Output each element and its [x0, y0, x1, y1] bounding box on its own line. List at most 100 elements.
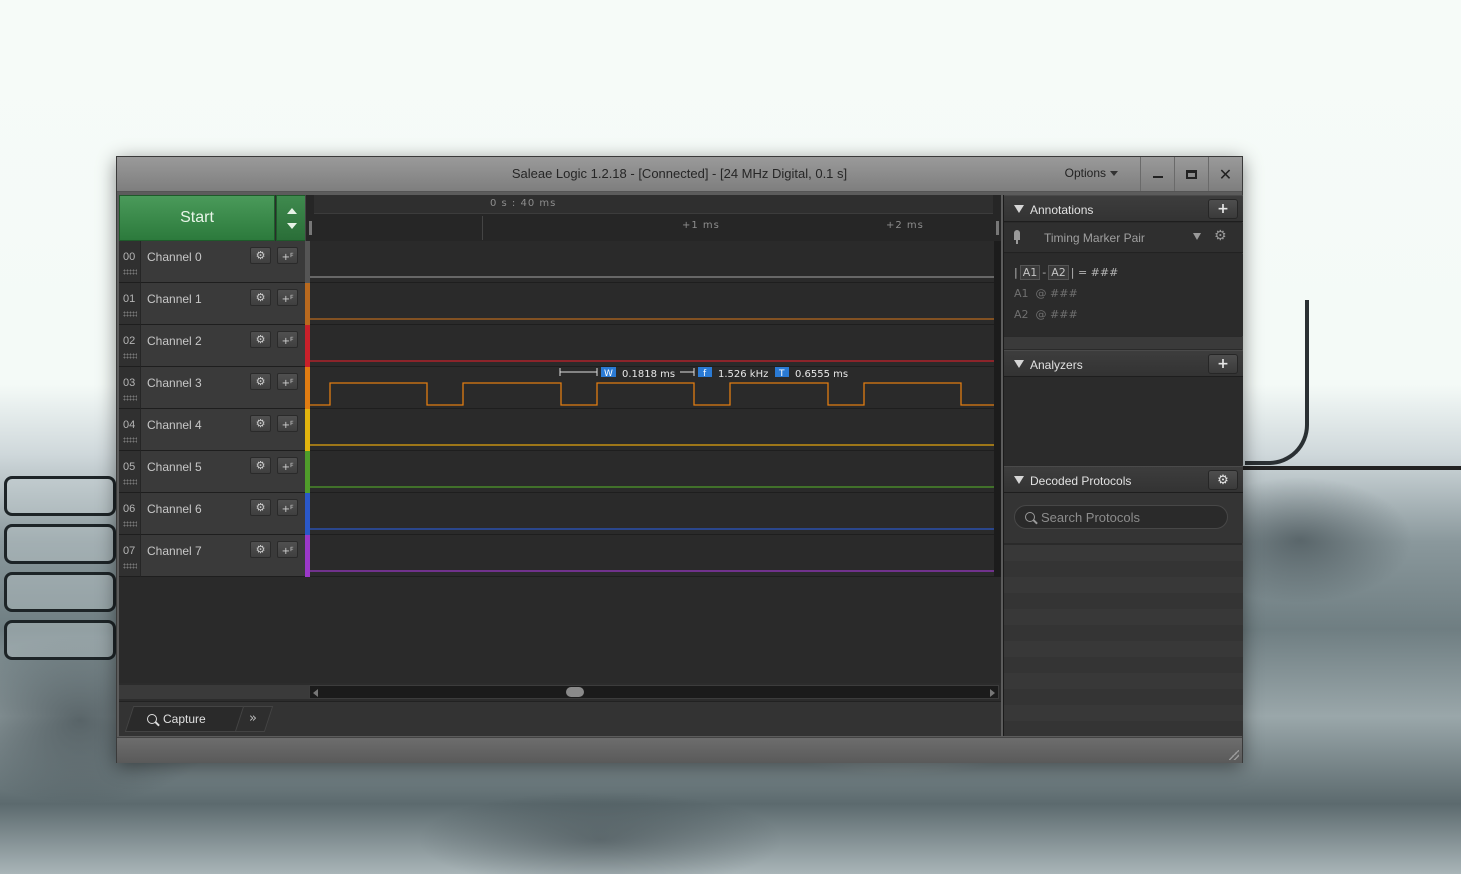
drag-handle-icon[interactable]: [123, 563, 137, 569]
vertical-scrollbar[interactable]: [994, 451, 1001, 493]
decoded-protocols-settings-button[interactable]: ⚙: [1208, 470, 1238, 490]
channel-settings-button[interactable]: ⚙: [250, 289, 271, 306]
collapse-triangle-icon[interactable]: [1014, 205, 1024, 213]
add-annotation-button[interactable]: +: [1208, 199, 1238, 219]
channel-trace[interactable]: [310, 493, 994, 535]
channel-header[interactable]: Channel 7 ⚙ +ꟳ: [141, 535, 305, 577]
channel-trace[interactable]: W 0.1818 ms f 1.526 kHz T 0.6555 ms: [310, 367, 994, 409]
drag-handle-icon[interactable]: [123, 353, 137, 359]
trigger-button[interactable]: +ꟳ: [277, 373, 298, 390]
channel-header[interactable]: Channel 2 ⚙ +ꟳ: [141, 325, 305, 367]
title-bar[interactable]: Saleae Logic 1.2.18 - [Connected] - [24 …: [117, 157, 1242, 192]
channel-settings-button[interactable]: ⚙: [250, 457, 271, 474]
search-protocols-input[interactable]: [1041, 509, 1221, 525]
channel-trace[interactable]: [310, 535, 994, 577]
channel-settings-button[interactable]: ⚙: [250, 373, 271, 390]
options-menu[interactable]: Options: [1065, 166, 1118, 180]
channel-name[interactable]: Channel 5: [147, 460, 202, 474]
ruler-time-bar: 0 s : 40 ms: [314, 195, 993, 214]
trigger-button[interactable]: +ꟳ: [277, 541, 298, 558]
ruler-left-handle[interactable]: [309, 221, 312, 235]
close-button[interactable]: ✕: [1208, 157, 1242, 191]
status-bar: [117, 737, 1242, 763]
channel-number[interactable]: 05: [119, 451, 141, 493]
scroll-thumb[interactable]: [566, 687, 584, 697]
start-options-button[interactable]: [276, 195, 306, 241]
channel-trace[interactable]: [310, 241, 994, 283]
trigger-button[interactable]: +ꟳ: [277, 289, 298, 306]
channel-settings-button[interactable]: ⚙: [250, 415, 271, 432]
drag-handle-icon[interactable]: [123, 311, 137, 317]
gear-icon[interactable]: ⚙: [1214, 228, 1227, 244]
collapse-triangle-icon[interactable]: [1014, 476, 1024, 484]
timing-marker-pair[interactable]: Timing Marker Pair ⚙: [1004, 223, 1243, 253]
drag-handle-icon[interactable]: [123, 395, 137, 401]
channel-header[interactable]: Channel 0 ⚙ +ꟳ: [141, 241, 305, 283]
channel-header[interactable]: Channel 5 ⚙ +ꟳ: [141, 451, 305, 493]
trigger-button[interactable]: +ꟳ: [277, 331, 298, 348]
channel-number[interactable]: 00: [119, 241, 141, 283]
channel-number[interactable]: 03: [119, 367, 141, 409]
channel-trace[interactable]: [310, 451, 994, 493]
analyzers-header[interactable]: Analyzers +: [1004, 350, 1243, 377]
drag-handle-icon[interactable]: [123, 479, 137, 485]
drag-handle-icon[interactable]: [123, 269, 137, 275]
trigger-button[interactable]: +ꟳ: [277, 247, 298, 264]
channel-row: 03 Channel 3 ⚙ +ꟳ W 0.1818 ms f 1.526 kH…: [119, 367, 1001, 409]
start-button[interactable]: Start: [119, 195, 275, 241]
vertical-scrollbar[interactable]: [994, 367, 1001, 409]
vertical-scrollbar[interactable]: [994, 493, 1001, 535]
drag-handle-icon[interactable]: [123, 521, 137, 527]
channel-trace[interactable]: [310, 325, 994, 367]
annotations-header[interactable]: Annotations +: [1004, 195, 1243, 222]
vertical-scrollbar[interactable]: [994, 535, 1001, 577]
scroll-left-icon[interactable]: [313, 689, 318, 697]
channel-header[interactable]: Channel 6 ⚙ +ꟳ: [141, 493, 305, 535]
time-ruler[interactable]: 0 s : 40 ms +1 ms +2 ms: [305, 195, 1001, 241]
minimize-button[interactable]: [1140, 157, 1174, 191]
channel-number[interactable]: 04: [119, 409, 141, 451]
maximize-button[interactable]: [1174, 157, 1208, 191]
resize-grip-icon[interactable]: [1229, 750, 1239, 760]
channel-number[interactable]: 07: [119, 535, 141, 577]
add-analyzer-button[interactable]: +: [1208, 354, 1238, 374]
vertical-scrollbar[interactable]: [994, 283, 1001, 325]
double-chevron-right-icon[interactable]: »: [249, 711, 257, 726]
channel-trace[interactable]: [310, 409, 994, 451]
channel-header[interactable]: Channel 3 ⚙ +ꟳ: [141, 367, 305, 409]
horizontal-scrollbar[interactable]: [309, 685, 999, 699]
channel-header[interactable]: Channel 1 ⚙ +ꟳ: [141, 283, 305, 325]
channel-name[interactable]: Channel 7: [147, 544, 202, 558]
marker-a2-value: @ ###: [1035, 308, 1078, 321]
channel-header[interactable]: Channel 4 ⚙ +ꟳ: [141, 409, 305, 451]
drag-handle-icon[interactable]: [123, 437, 137, 443]
ruler-right-handle[interactable]: [996, 221, 999, 235]
vertical-scrollbar[interactable]: [994, 241, 1001, 283]
app-window: Saleae Logic 1.2.18 - [Connected] - [24 …: [116, 156, 1243, 763]
channel-settings-button[interactable]: ⚙: [250, 247, 271, 264]
chevron-down-icon[interactable]: [1193, 233, 1201, 240]
collapse-triangle-icon[interactable]: [1014, 360, 1024, 368]
trigger-button[interactable]: +ꟳ: [277, 499, 298, 516]
vertical-scrollbar[interactable]: [994, 409, 1001, 451]
decoded-protocols-header[interactable]: Decoded Protocols ⚙: [1004, 466, 1243, 493]
channel-settings-button[interactable]: ⚙: [250, 499, 271, 516]
trigger-button[interactable]: +ꟳ: [277, 457, 298, 474]
channel-number[interactable]: 02: [119, 325, 141, 367]
channel-name[interactable]: Channel 2: [147, 334, 202, 348]
channel-settings-button[interactable]: ⚙: [250, 331, 271, 348]
channel-name[interactable]: Channel 3: [147, 376, 202, 390]
scroll-right-icon[interactable]: [990, 689, 995, 697]
vertical-scrollbar[interactable]: [994, 325, 1001, 367]
channel-trace[interactable]: [310, 283, 994, 325]
search-box[interactable]: [1014, 505, 1228, 529]
channel-number[interactable]: 06: [119, 493, 141, 535]
tab-capture-content[interactable]: Capture: [147, 712, 206, 726]
channel-name[interactable]: Channel 4: [147, 418, 202, 432]
channel-name[interactable]: Channel 6: [147, 502, 202, 516]
channel-name[interactable]: Channel 1: [147, 292, 202, 306]
channel-settings-button[interactable]: ⚙: [250, 541, 271, 558]
channel-name[interactable]: Channel 0: [147, 250, 202, 264]
trigger-button[interactable]: +ꟳ: [277, 415, 298, 432]
channel-number[interactable]: 01: [119, 283, 141, 325]
